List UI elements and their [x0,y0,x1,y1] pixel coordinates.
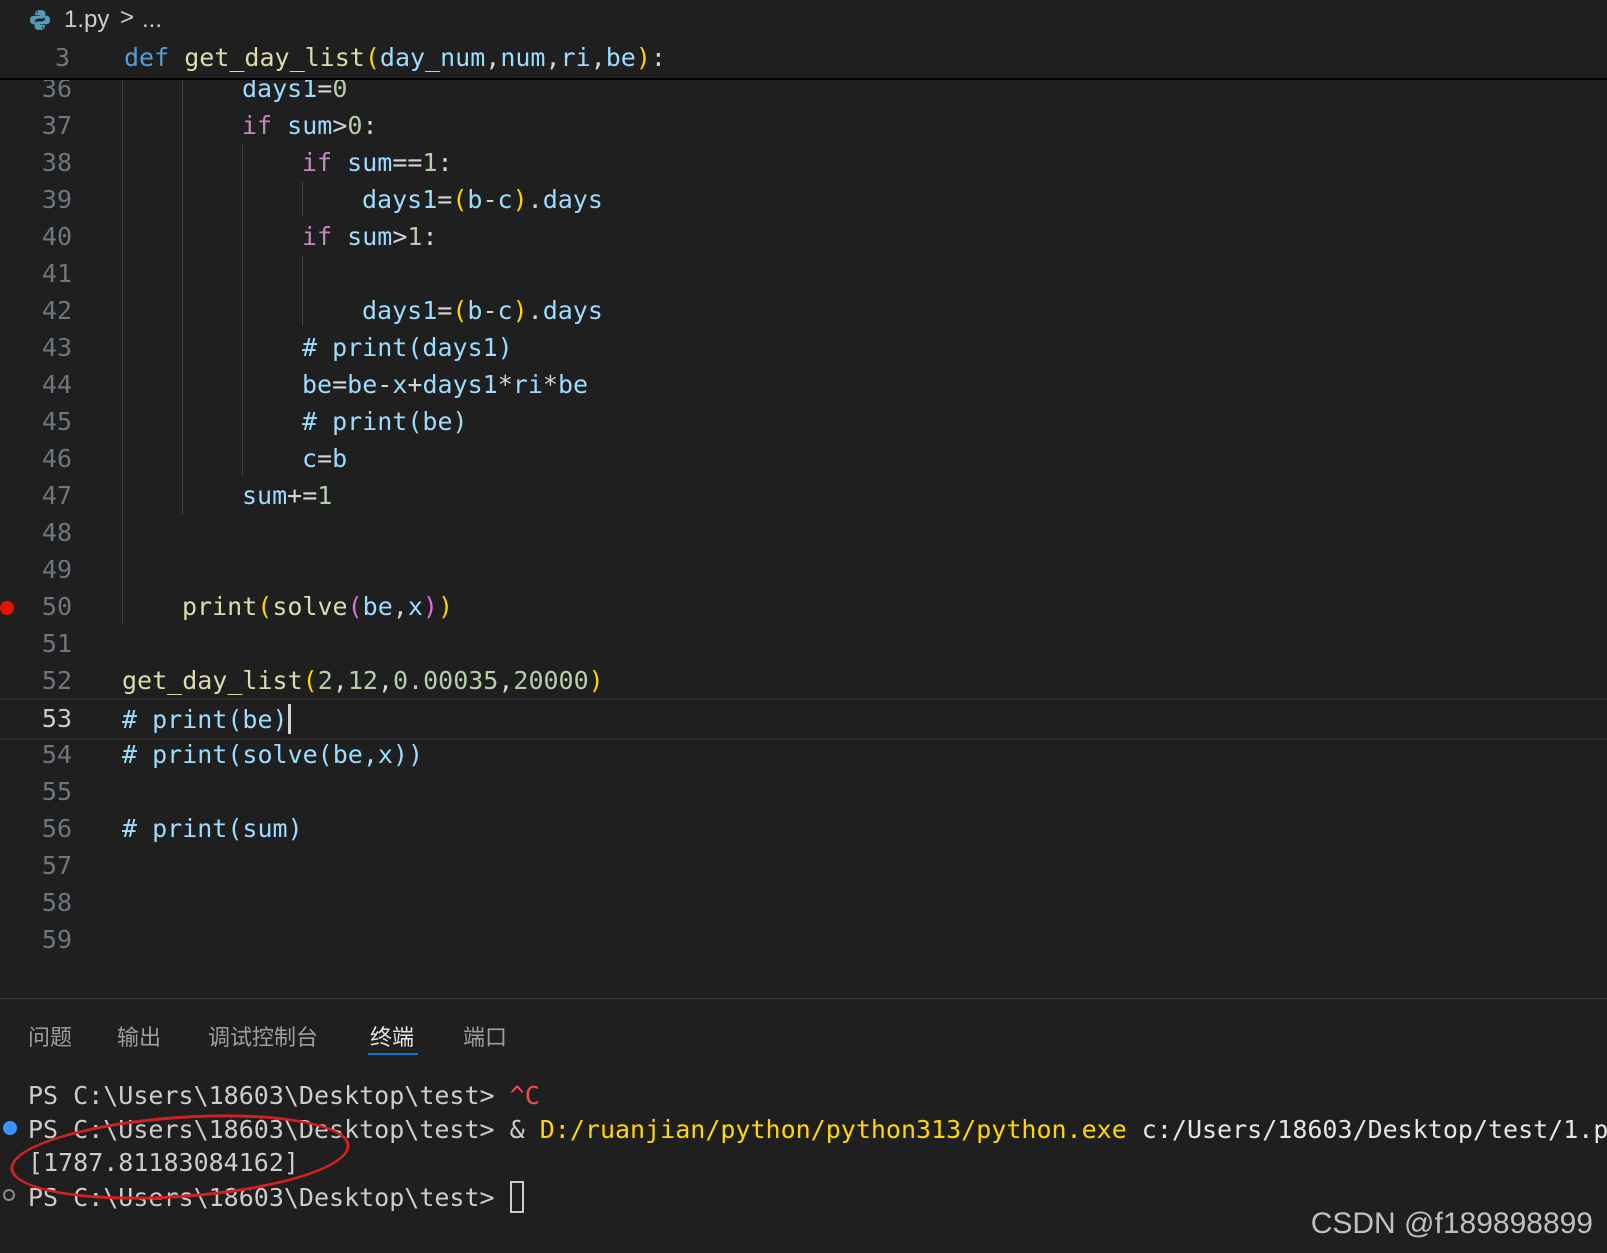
code-line[interactable]: 52 get_day_list(2,12,0.00035,20000) [0,662,1607,700]
line-code: # print(be) [122,704,291,734]
line-code: # print(days1) [302,333,513,362]
code-line[interactable]: 39 days1=(b-c).days [0,181,1607,219]
command-decoration-empty-icon[interactable] [3,1189,15,1201]
python-executable: D:/ruanjian/python/python313/python.exe [539,1115,1127,1144]
line-code: days1=0 [242,78,348,103]
code-line[interactable]: 37 if sum>0: [0,107,1607,145]
line-number: 48 [41,518,72,547]
sticky-code: def get_day_list(day_num,num,ri,be): [124,43,666,72]
code-line[interactable]: 43 # print(days1) [0,329,1607,367]
line-number: 51 [41,629,72,658]
breadcrumb-file[interactable]: 1.py [64,6,109,34]
line-code: if sum>0: [242,111,378,140]
code-line-current[interactable]: 53 # print(be) [0,698,1607,740]
line-code: sum+=1 [242,481,333,510]
line-number: 47 [41,481,72,510]
breadcrumb-more[interactable]: ... [142,6,162,34]
code-line[interactable]: 51 [0,625,1607,663]
tab-terminal[interactable]: 终端 [370,1020,414,1052]
code-line[interactable]: 47 sum+=1 [0,477,1607,515]
comment-text: # print(be) [122,705,288,734]
line-code: # print(be) [302,407,468,436]
code-line[interactable]: 38 if sum==1: [0,144,1607,182]
code-line[interactable]: 48 [0,514,1607,552]
code-line[interactable]: 42 days1=(b-c).days [0,292,1607,330]
code-line[interactable]: 49 [0,551,1607,589]
line-number: 52 [41,666,72,695]
line-code: print(solve(be,x)) [182,592,454,621]
line-number: 50 [41,592,72,621]
line-number: 54 [41,740,72,769]
breadcrumb: 1.py > ... [0,0,1607,40]
code-line[interactable]: 40 if sum>1: [0,218,1607,256]
line-number: 43 [41,333,72,362]
line-number: 46 [41,444,72,473]
text-cursor [287,704,291,734]
line-number: 39 [41,185,72,214]
code-line[interactable]: 36 days1=0 [0,78,1607,108]
line-number: 41 [41,259,72,288]
code-line[interactable]: 50 print(solve(be,x)) [0,588,1607,626]
terminal-line: PS C:\Users\18603\Desktop\test> ^C [28,1081,540,1110]
line-number: 45 [41,407,72,436]
script-path: c:/Users/18603/Desktop/test/1.py [1126,1115,1607,1144]
line-code: c=b [302,444,348,473]
code-line[interactable]: 59 [0,921,1607,959]
tab-output[interactable]: 输出 [117,1020,161,1052]
line-number: 49 [41,555,72,584]
command-decoration-icon[interactable] [3,1121,17,1135]
panel-divider [0,998,1607,999]
line-number: 53 [41,704,72,733]
line-number: 3 [54,43,70,72]
line-number: 40 [41,222,72,251]
code-line[interactable]: 41 [0,255,1607,293]
line-code: be=be-x+days1*ri*be [302,370,589,399]
tab-debug-console[interactable]: 调试控制台 [208,1020,318,1052]
line-code: days1=(b-c).days [362,296,603,325]
sticky-scroll-header[interactable]: 3 def get_day_list(day_num,num,ri,be): [0,40,1607,80]
code-line[interactable]: 57 [0,847,1607,885]
line-code: days1=(b-c).days [362,185,603,214]
code-editor[interactable]: 36 days1=0 37 if sum>0: 38 if sum==1: 39… [0,78,1607,998]
prompt: PS C:\Users\18603\Desktop\test> [28,1081,510,1110]
line-code: if sum==1: [302,148,453,177]
line-code: # print(solve(be,x)) [122,740,424,769]
code-line[interactable]: 56 # print(sum) [0,810,1607,848]
line-code: get_day_list(2,12,0.00035,20000) [122,666,604,695]
line-number: 59 [41,925,72,954]
code-line[interactable]: 54 # print(solve(be,x)) [0,736,1607,774]
line-code: # print(sum) [122,814,303,843]
line-number: 44 [41,370,72,399]
command-operator: & [509,1115,540,1144]
line-number: 58 [41,888,72,917]
watermark: CSDN @f189898899 [1310,1207,1593,1240]
code-line[interactable]: 55 [0,773,1607,811]
line-number: 55 [41,777,72,806]
panel-tabs: 问题 输出 调试控制台 终端 端口 [0,1000,1607,1060]
line-number: 38 [41,148,72,177]
tab-problems[interactable]: 问题 [28,1020,72,1052]
code-line[interactable]: 58 [0,884,1607,922]
tab-ports[interactable]: 端口 [463,1020,507,1052]
line-number: 57 [41,851,72,880]
line-number: 56 [41,814,72,843]
code-line[interactable]: 45 # print(be) [0,403,1607,441]
python-file-icon [30,10,50,30]
line-number: 37 [41,111,72,140]
terminal-cursor [509,1181,524,1213]
command: ^C [509,1081,540,1110]
line-number: 42 [41,296,72,325]
code-line[interactable]: 44 be=be-x+days1*ri*be [0,366,1607,404]
active-tab-indicator [368,1053,418,1055]
line-number: 36 [41,78,72,103]
line-code: if sum>1: [302,222,438,251]
chevron-right-icon: > [120,4,135,31]
code-line[interactable]: 46 c=b [0,440,1607,478]
